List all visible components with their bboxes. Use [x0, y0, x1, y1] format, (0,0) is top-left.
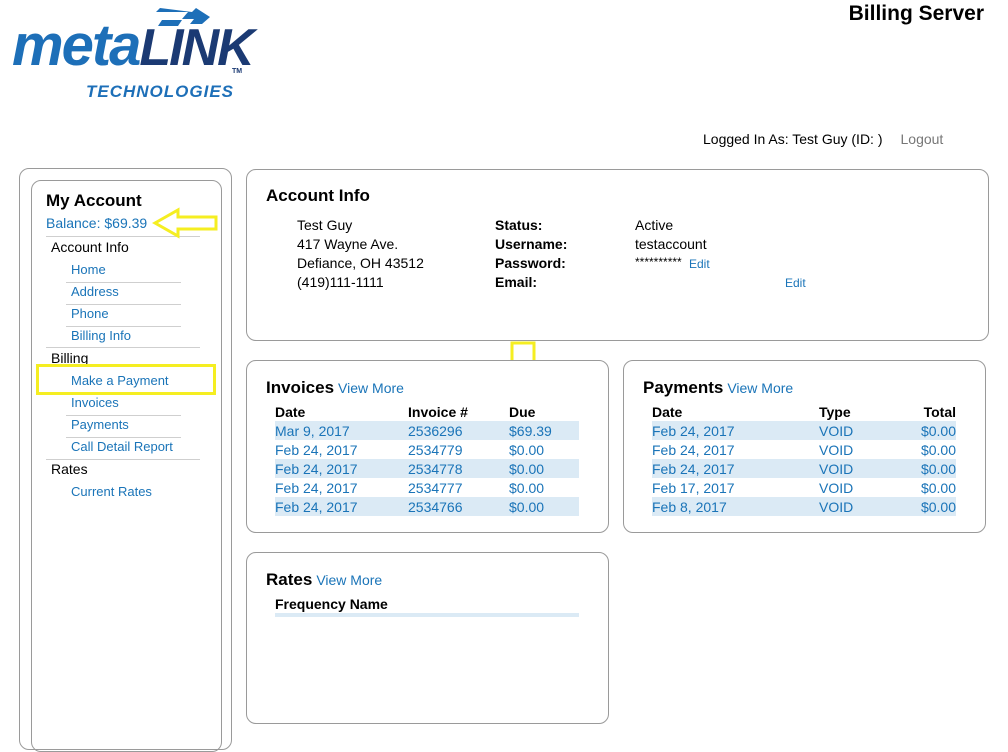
logged-in-text: Logged In As: Test Guy (ID: ) — [703, 131, 883, 147]
col-type-header: Type — [819, 403, 851, 420]
status-value: Active — [635, 217, 674, 233]
email-label: Email: — [495, 274, 538, 290]
account-phone: (419)111-1111 — [297, 274, 384, 290]
payments-view-more-link[interactable]: View More — [727, 380, 793, 396]
sidebar-item-current-rates[interactable]: Current Rates — [71, 484, 152, 499]
logo-wordmark: metaLINK — [12, 13, 255, 78]
table-row[interactable]: Feb 24, 2017 VOID $0.00 — [652, 459, 956, 478]
account-info-title: Account Info — [266, 186, 370, 205]
col-date-header: Date — [652, 403, 683, 420]
account-street: 417 Wayne Ave. — [297, 236, 399, 252]
table-row[interactable]: Feb 24, 2017 2534779 $0.00 — [275, 440, 579, 459]
password-label: Password: — [495, 255, 566, 271]
sidebar-item-payments[interactable]: Payments — [71, 417, 129, 432]
col-total-header: Total — [923, 403, 956, 420]
sidebar-item-address[interactable]: Address — [71, 284, 119, 299]
username-value: testaccount — [635, 236, 707, 252]
table-row[interactable]: Feb 24, 2017 2534766 $0.00 — [275, 497, 579, 516]
sidebar-title: My Account — [46, 191, 142, 210]
table-row[interactable]: Feb 17, 2017 VOID $0.00 — [652, 478, 956, 497]
payments-table: Date Type Total Feb 24, 2017 VOID $0.00 Fe… — [652, 402, 956, 516]
sidebar-item-billing-info[interactable]: Billing Info — [71, 328, 131, 343]
status-label: Status: — [495, 217, 543, 233]
table-row[interactable]: Mar 9, 2017 2536296 $69.39 — [275, 421, 579, 440]
logo-subtitle: TECHNOLOGIES — [86, 82, 235, 101]
invoices-table: Date Invoice # Due Mar 9, 2017 2536296 $69… — [275, 402, 579, 516]
account-city: Defiance, OH 43512 — [297, 255, 424, 271]
sidebar-item-call-detail-report[interactable]: Call Detail Report — [71, 439, 173, 454]
table-row[interactable]: Feb 24, 2017 2534777 $0.00 — [275, 478, 579, 497]
sidebar-group-rates: Rates — [51, 461, 88, 477]
rates-title: Rates View More — [266, 570, 383, 589]
table-row[interactable]: Feb 24, 2017 2534778 $0.00 — [275, 459, 579, 478]
rates-view-more-link[interactable]: View More — [316, 572, 382, 588]
password-value: ********** — [635, 255, 682, 269]
table-row[interactable]: Feb 8, 2017 VOID $0.00 — [652, 497, 956, 516]
make-payment-highlight — [36, 364, 216, 395]
logout-link[interactable]: Logout — [901, 131, 944, 147]
account-name: Test Guy — [297, 217, 353, 233]
payments-title: Payments View More — [643, 378, 794, 397]
table-row[interactable]: Feb 24, 2017 VOID $0.00 — [652, 440, 956, 459]
col-due-header: Due — [509, 403, 536, 420]
col-invoice-header: Invoice # — [408, 403, 468, 420]
balance-arrow-icon — [152, 207, 218, 239]
username-label: Username: — [495, 236, 568, 252]
invoices-view-more-link[interactable]: View More — [338, 380, 404, 396]
sidebar-group-account-info: Account Info — [51, 239, 129, 255]
table-header-row: Date Invoice # Due — [275, 402, 579, 421]
sidebar-item-home[interactable]: Home — [71, 262, 106, 277]
col-date-header: Date — [275, 403, 306, 420]
logo-trademark: TM — [232, 68, 243, 75]
table-row[interactable]: Feb 24, 2017 VOID $0.00 — [652, 421, 956, 440]
invoices-title: Invoices View More — [266, 378, 404, 397]
table-header-row: Date Type Total — [652, 402, 956, 421]
edit-password-link[interactable]: Edit — [689, 257, 710, 271]
sidebar-item-invoices[interactable]: Invoices — [71, 395, 119, 410]
page-title: Billing Server — [848, 2, 984, 25]
col-frequency-name-header: Frequency Name — [275, 596, 388, 612]
sidebar-item-phone[interactable]: Phone — [71, 306, 109, 321]
edit-email-link[interactable]: Edit — [785, 276, 806, 290]
balance-link[interactable]: Balance: $69.39 — [46, 215, 147, 231]
rates-empty-row — [275, 613, 579, 617]
login-status: Logged In As: Test Guy (ID: ) Logout — [703, 131, 943, 147]
